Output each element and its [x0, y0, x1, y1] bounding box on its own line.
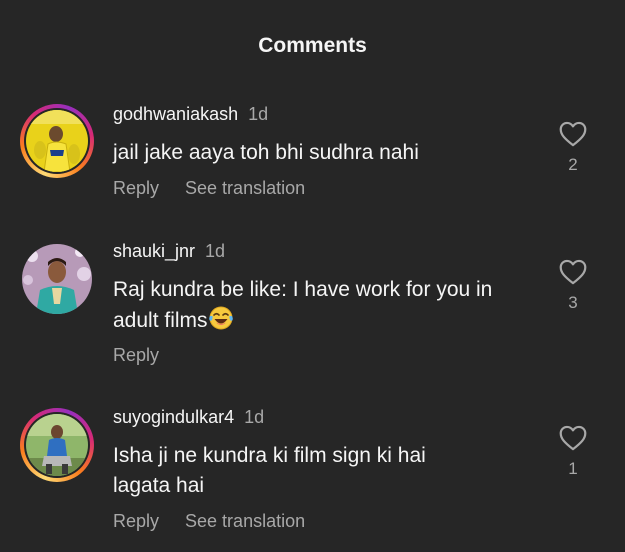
comments-header: Comments	[0, 0, 625, 94]
comment-text: jail jake aaya toh bhi sudhra nahi	[113, 141, 419, 164]
reply-button[interactable]: Reply	[113, 345, 159, 365]
avatar[interactable]	[20, 104, 94, 178]
username-text[interactable]: suyogindulkar4	[113, 407, 234, 427]
comment-time: 1d	[244, 407, 265, 427]
comment-actions: Reply See translation	[113, 511, 305, 532]
like-button[interactable]: 2	[556, 120, 590, 175]
comment-time: 1d	[248, 104, 269, 124]
heart-outline-icon[interactable]	[558, 258, 588, 285]
username-text[interactable]: godhwaniakash	[113, 104, 238, 124]
comment-text: Raj kundra be like: I have work for you …	[113, 275, 533, 336]
like-button[interactable]: 3	[556, 258, 590, 313]
comment-username[interactable]: suyogindulkar4 1d	[113, 407, 264, 428]
see-translation-button[interactable]: See translation	[185, 511, 305, 531]
comment-username[interactable]: shauki_jnr 1d	[113, 241, 225, 262]
like-count: 1	[568, 459, 578, 478]
avatar[interactable]	[20, 408, 94, 482]
comment-text: Isha ji ne kundra ki film sign ki hai la…	[113, 441, 533, 501]
like-count: 2	[568, 155, 578, 174]
comment-text-body: Raj kundra be like: I have work for you …	[113, 278, 493, 332]
reply-button[interactable]: Reply	[113, 178, 159, 198]
heart-outline-icon[interactable]	[558, 120, 588, 147]
comment-actions: Reply	[113, 345, 159, 366]
see-translation-button[interactable]: See translation	[185, 178, 305, 198]
comment-username[interactable]: godhwaniakash 1d	[113, 104, 268, 125]
comment-actions: Reply See translation	[113, 178, 305, 199]
avatar[interactable]	[20, 242, 94, 316]
heart-outline-icon[interactable]	[558, 424, 588, 451]
like-count: 3	[568, 293, 578, 312]
comment-text-line: Isha ji ne kundra ki film sign ki hai	[113, 444, 426, 467]
page-title: Comments	[258, 34, 367, 57]
comment-text-line: lagata hai	[113, 474, 205, 497]
like-button[interactable]: 1	[556, 424, 590, 479]
reply-button[interactable]: Reply	[113, 511, 159, 531]
avatar-image	[26, 414, 88, 476]
username-text[interactable]: shauki_jnr	[113, 241, 195, 261]
laughing-tears-emoji	[208, 306, 233, 330]
avatar-image	[26, 110, 88, 172]
comment-time: 1d	[205, 241, 226, 261]
avatar-image	[22, 244, 92, 314]
